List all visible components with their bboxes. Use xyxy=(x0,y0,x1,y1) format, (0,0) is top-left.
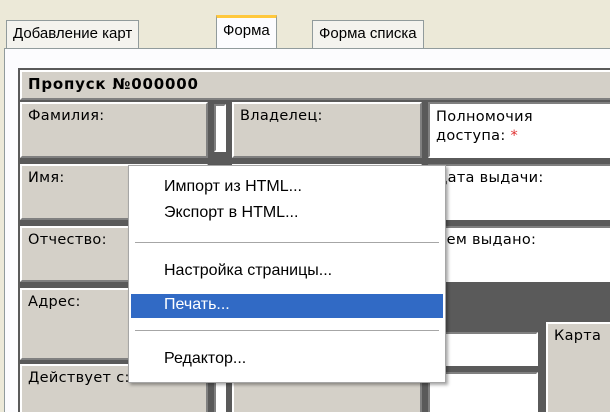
tab-list-form[interactable]: Форма списка xyxy=(312,20,424,48)
issued-by-label: Кем выдано: xyxy=(428,226,610,282)
menu-separator xyxy=(135,242,439,244)
tab-add-cards[interactable]: Добавление карт xyxy=(6,20,140,48)
menu-separator xyxy=(135,330,439,332)
authority-label-line2: доступа: * xyxy=(436,127,610,146)
card-label: Карта xyxy=(546,322,610,412)
surname-field[interactable] xyxy=(214,104,226,152)
authority-label-text: доступа: xyxy=(436,128,506,144)
surname-label: Фамилия: xyxy=(20,102,208,158)
required-marker: * xyxy=(510,128,519,144)
tab-form[interactable]: Форма xyxy=(216,15,277,48)
menu-item-import-html[interactable]: Импорт из HTML... xyxy=(131,176,443,200)
menu-item-editor[interactable]: Редактор... xyxy=(131,348,443,372)
owner-label: Владелец: xyxy=(232,102,422,158)
menu-item-print[interactable]: Печать... xyxy=(131,294,443,318)
authority-label: Полномочия доступа: * xyxy=(428,102,610,158)
menu-item-page-setup[interactable]: Настройка страницы... xyxy=(131,260,443,284)
issue-date-label: Дата выдачи: xyxy=(428,164,610,220)
context-menu: Импорт из HTML... Экспорт в HTML... Наст… xyxy=(128,165,446,383)
menu-item-export-html[interactable]: Экспорт в HTML... xyxy=(131,202,443,226)
tab-bar: Добавление карт Форма Форма списка xyxy=(0,0,610,48)
form-title: Пропуск №000000 xyxy=(20,70,610,100)
authority-label-line1: Полномочия xyxy=(436,109,533,125)
